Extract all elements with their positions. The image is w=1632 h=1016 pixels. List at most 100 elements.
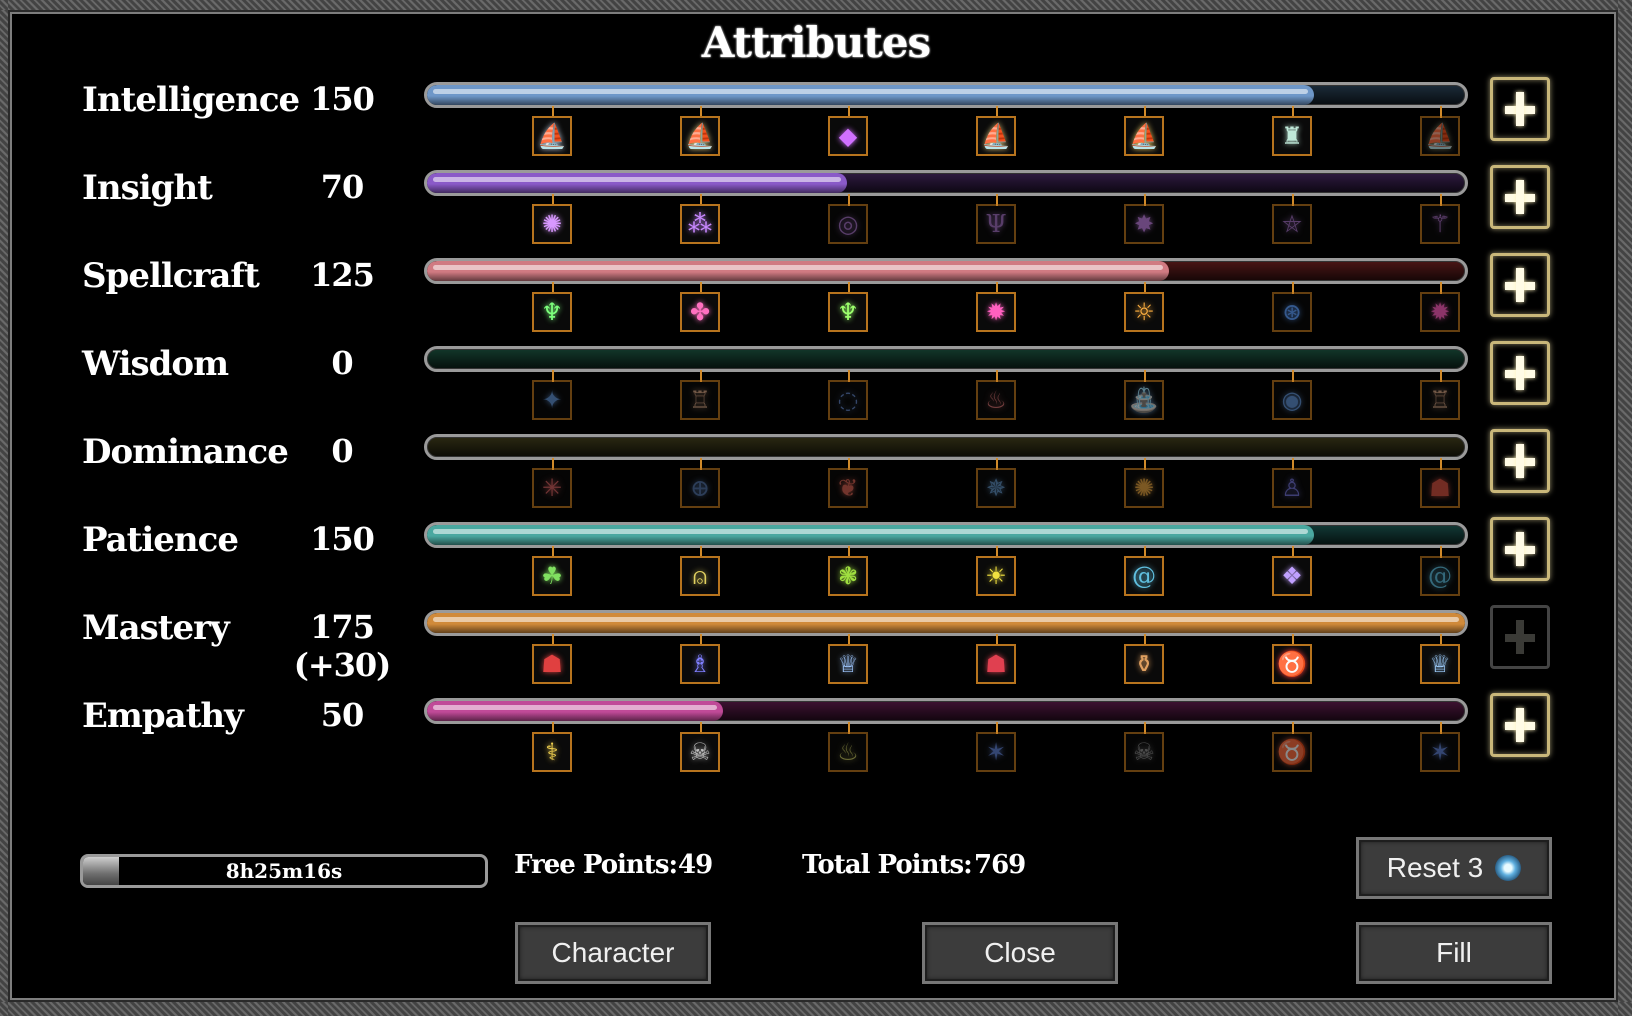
- bar-highlight: [433, 89, 1309, 94]
- ship-icon[interactable]: ⛵: [1420, 116, 1460, 156]
- wizard-icon[interactable]: ♕: [1420, 644, 1460, 684]
- attribute-name: Insight: [82, 168, 213, 208]
- wizard-icon[interactable]: ♕: [828, 644, 868, 684]
- attribute-progress-fill: [427, 525, 1315, 545]
- attribute-value: 0: [331, 344, 353, 382]
- bar-highlight: [433, 177, 842, 182]
- ship-icon[interactable]: ⛵: [532, 116, 572, 156]
- staff-icon[interactable]: ⚚: [1420, 204, 1460, 244]
- attribute-value: 150: [310, 520, 375, 558]
- cells-icon[interactable]: ❃: [828, 556, 868, 596]
- bottle-icon[interactable]: ⚱: [1124, 644, 1164, 684]
- attribute-value: 0: [331, 432, 353, 470]
- increase-empathy-button[interactable]: [1490, 693, 1550, 757]
- attribute-value: 70: [320, 168, 365, 206]
- orbs-icon[interactable]: ⁂: [680, 204, 720, 244]
- demon-icon[interactable]: ♉: [1272, 644, 1312, 684]
- demon-icon[interactable]: ♉: [1272, 732, 1312, 772]
- mage-icon[interactable]: ♗: [680, 644, 720, 684]
- attribute-progress-bar: [424, 346, 1468, 372]
- attribute-progress-fill: [427, 701, 723, 721]
- window-title: Attributes: [701, 18, 931, 67]
- increase-intelligence-button[interactable]: [1490, 77, 1550, 141]
- ripple-icon[interactable]: ◌: [828, 380, 868, 420]
- target-icon[interactable]: ⊕: [680, 468, 720, 508]
- tower-icon[interactable]: ♜: [1272, 116, 1312, 156]
- attribute-progress-bar: [424, 698, 1468, 724]
- star-icon[interactable]: ✸: [1124, 204, 1164, 244]
- timer-text: 8h25m16s: [225, 859, 343, 883]
- figure-icon[interactable]: ♆: [532, 292, 572, 332]
- increase-patience-button[interactable]: [1490, 517, 1550, 581]
- swirl-icon[interactable]: ✤: [680, 292, 720, 332]
- fill-label: Fill: [1436, 937, 1472, 968]
- rune-icon[interactable]: ✺: [532, 204, 572, 244]
- attribute-progress-bar: [424, 258, 1468, 284]
- attribute-value: 50: [320, 696, 365, 734]
- ship-icon[interactable]: ⛵: [680, 116, 720, 156]
- flame-icon[interactable]: ♨: [976, 380, 1016, 420]
- bone-icon[interactable]: ⚕: [532, 732, 572, 772]
- increase-insight-button[interactable]: [1490, 165, 1550, 229]
- orb-icon[interactable]: ◉: [1272, 380, 1312, 420]
- attribute-row: Empathy 50 ⚕ ☠ ♨ ✶ ☠ ♉ ✶: [0, 693, 1632, 786]
- sun-icon[interactable]: ☀: [976, 556, 1016, 596]
- vortex-icon[interactable]: ⊛: [1272, 292, 1312, 332]
- ghost-icon[interactable]: ♨: [828, 732, 868, 772]
- figure-icon[interactable]: ♆: [828, 292, 868, 332]
- attribute-name: Dominance: [82, 432, 289, 472]
- ship-icon[interactable]: ⛵: [1124, 116, 1164, 156]
- spiral-icon[interactable]: @: [1124, 556, 1164, 596]
- sun-icon[interactable]: ☼: [1124, 292, 1164, 332]
- burst-icon[interactable]: ✹: [1420, 292, 1460, 332]
- attribute-progress-fill: [427, 261, 1170, 281]
- spark-icon[interactable]: ✳: [532, 468, 572, 508]
- ship-icon[interactable]: ⛵: [976, 116, 1016, 156]
- free-points-label: Free Points:: [514, 850, 678, 880]
- reset-button[interactable]: Reset 3: [1356, 837, 1552, 899]
- increase-wisdom-button[interactable]: [1490, 341, 1550, 405]
- slime-icon[interactable]: ☘: [532, 556, 572, 596]
- tree-icon[interactable]: ❦: [828, 468, 868, 508]
- attribute-progress-fill: [427, 613, 1465, 633]
- spiral-icon[interactable]: @: [1420, 556, 1460, 596]
- burst-icon[interactable]: ✹: [976, 292, 1016, 332]
- spider-icon[interactable]: ✶: [976, 732, 1016, 772]
- attribute-progress-fill: [427, 173, 848, 193]
- compass-icon[interactable]: ✵: [976, 468, 1016, 508]
- attribute-progress-bar: [424, 522, 1468, 548]
- skull-icon[interactable]: ☠: [680, 732, 720, 772]
- bar-highlight: [433, 265, 1164, 270]
- spider-icon[interactable]: ✶: [1420, 732, 1460, 772]
- attribute-name: Wisdom: [82, 344, 229, 384]
- increase-dominance-button[interactable]: [1490, 429, 1550, 493]
- attribute-progress-bar: [424, 434, 1468, 460]
- totem-icon[interactable]: ♖: [1420, 380, 1460, 420]
- hood-icon[interactable]: ☗: [532, 644, 572, 684]
- character-button[interactable]: Character: [515, 922, 711, 984]
- gems-icon[interactable]: ❖: [1272, 556, 1312, 596]
- pentagram-icon[interactable]: ⛤: [1272, 204, 1312, 244]
- crystal-icon[interactable]: ◆: [828, 116, 868, 156]
- fountain-icon[interactable]: ⛲: [1124, 380, 1164, 420]
- figure-icon[interactable]: ♙: [1272, 468, 1312, 508]
- timer-bar: 8h25m16s: [80, 854, 488, 888]
- attribute-progress-bar: [424, 82, 1468, 108]
- demon-icon[interactable]: ☗: [1420, 468, 1460, 508]
- close-button[interactable]: Close: [922, 922, 1118, 984]
- burst-icon[interactable]: ✺: [1124, 468, 1164, 508]
- increase-spellcraft-button[interactable]: [1490, 253, 1550, 317]
- attribute-name: Empathy: [82, 696, 244, 736]
- hood-icon[interactable]: ☗: [976, 644, 1016, 684]
- portal-icon[interactable]: ◎: [828, 204, 868, 244]
- gem-icon: [1495, 855, 1522, 881]
- attribute-row: Insight 70 ✺ ⁂ ◎ Ψ ✸ ⛤ ⚚: [0, 165, 1632, 258]
- cage-icon[interactable]: ⍝: [680, 556, 720, 596]
- increase-mastery-button[interactable]: [1490, 605, 1550, 669]
- skull-icon[interactable]: ☠: [1124, 732, 1164, 772]
- attribute-row: Dominance 0 ✳ ⊕ ❦ ✵ ✺ ♙ ☗: [0, 429, 1632, 522]
- trident-icon[interactable]: Ψ: [976, 204, 1016, 244]
- star-icon[interactable]: ✦: [532, 380, 572, 420]
- totem-icon[interactable]: ♖: [680, 380, 720, 420]
- fill-button[interactable]: Fill: [1356, 922, 1552, 984]
